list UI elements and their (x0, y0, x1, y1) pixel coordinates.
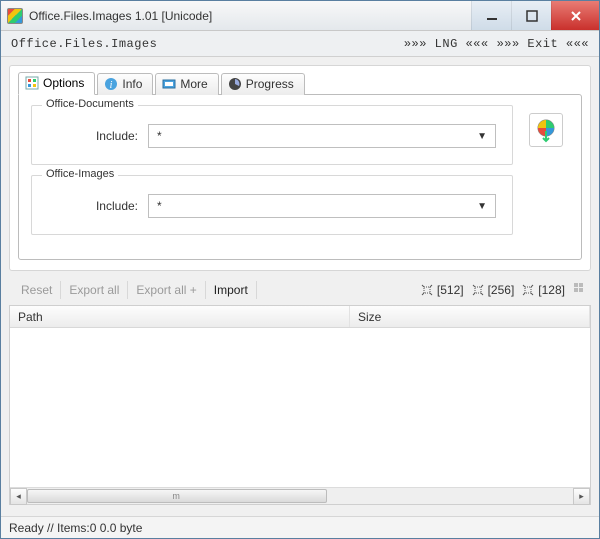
tab-label: Options (43, 76, 84, 90)
titlebar: Office.Files.Images 1.01 [Unicode] (1, 1, 599, 31)
status-bar: Ready // Items:0 0.0 byte (1, 516, 599, 538)
export-all-button[interactable]: Export all (61, 281, 128, 299)
info-icon: i (104, 77, 118, 91)
file-table: Path Size ◂ m ▸ (9, 305, 591, 505)
images-include-combo[interactable]: * ▼ (148, 194, 496, 218)
grid-view-icon[interactable] (573, 282, 587, 299)
table-body (10, 328, 590, 487)
svg-text:i: i (110, 80, 113, 91)
resize-icon (522, 284, 534, 296)
app-icon (7, 8, 23, 24)
tab-label: More (180, 77, 207, 91)
window-controls (471, 1, 599, 30)
size-512-button[interactable]: [512] (421, 283, 464, 297)
resize-icon (472, 284, 484, 296)
include-row: Include: * ▼ (44, 190, 500, 222)
tab-label: Progress (246, 77, 294, 91)
minimize-icon (486, 10, 498, 22)
chevron-down-icon: ▼ (477, 201, 487, 212)
exit-button[interactable]: »»» Exit ««« (497, 37, 589, 51)
reset-button[interactable]: Reset (13, 281, 61, 299)
scroll-left-icon[interactable]: ◂ (10, 488, 27, 505)
content-area: Options i Info More (1, 57, 599, 513)
tab-info[interactable]: i Info (97, 73, 153, 95)
minimize-button[interactable] (471, 1, 511, 30)
tab-progress[interactable]: Progress (221, 73, 305, 95)
resize-icon (421, 284, 433, 296)
combo-value: * (157, 199, 162, 213)
status-text: Ready // Items:0 0.0 byte (9, 521, 142, 535)
subheader: Office.Files.Images »»» LNG ««« »»» Exit… (1, 31, 599, 57)
size-256-button[interactable]: [256] (472, 283, 515, 297)
documents-include-combo[interactable]: * ▼ (148, 124, 496, 148)
window-title: Office.Files.Images 1.01 [Unicode] (29, 9, 212, 23)
progress-icon (228, 77, 242, 91)
group-legend: Office-Documents (42, 98, 138, 110)
scroll-right-icon[interactable]: ▸ (573, 488, 590, 505)
scroll-track[interactable]: m (27, 488, 573, 504)
tab-label: Info (122, 77, 142, 91)
app-window: Office.Files.Images 1.01 [Unicode] Offic… (0, 0, 600, 539)
import-button[interactable]: Import (206, 281, 257, 299)
column-path[interactable]: Path (10, 306, 350, 327)
include-row: Include: * ▼ (44, 120, 500, 152)
chevron-down-icon: ▼ (477, 131, 487, 142)
group-legend: Office-Images (42, 168, 118, 180)
tabstrip: Options i Info More (18, 72, 582, 95)
column-size[interactable]: Size (350, 306, 590, 327)
actions-toolbar: Reset Export all Export all + Import [51… (9, 271, 591, 305)
tab-options[interactable]: Options (18, 72, 95, 95)
options-panel: Office-Documents Include: * ▼ Office-Ima… (18, 94, 582, 260)
close-icon (570, 10, 582, 22)
office-documents-group: Office-Documents Include: * ▼ (31, 105, 513, 165)
size-128-button[interactable]: [128] (522, 283, 565, 297)
lng-button[interactable]: »»» LNG ««« (404, 37, 489, 51)
tabs-container: Options i Info More (9, 65, 591, 271)
close-button[interactable] (551, 1, 599, 30)
tab-more[interactable]: More (155, 73, 218, 95)
subheader-title: Office.Files.Images (11, 37, 157, 51)
size-label: [128] (538, 283, 565, 297)
combo-value: * (157, 129, 162, 143)
include-label: Include: (48, 129, 138, 143)
size-label: [256] (488, 283, 515, 297)
maximize-icon (526, 10, 538, 22)
maximize-button[interactable] (511, 1, 551, 30)
include-label: Include: (48, 199, 138, 213)
table-header: Path Size (10, 306, 590, 328)
scroll-thumb[interactable]: m (27, 489, 327, 503)
size-label: [512] (437, 283, 464, 297)
horizontal-scrollbar[interactable]: ◂ m ▸ (10, 487, 590, 504)
office-images-group: Office-Images Include: * ▼ (31, 175, 513, 235)
options-icon (25, 76, 39, 90)
more-icon (162, 77, 176, 91)
export-all-plus-button[interactable]: Export all + (128, 281, 205, 299)
app-logo-icon (529, 113, 563, 147)
